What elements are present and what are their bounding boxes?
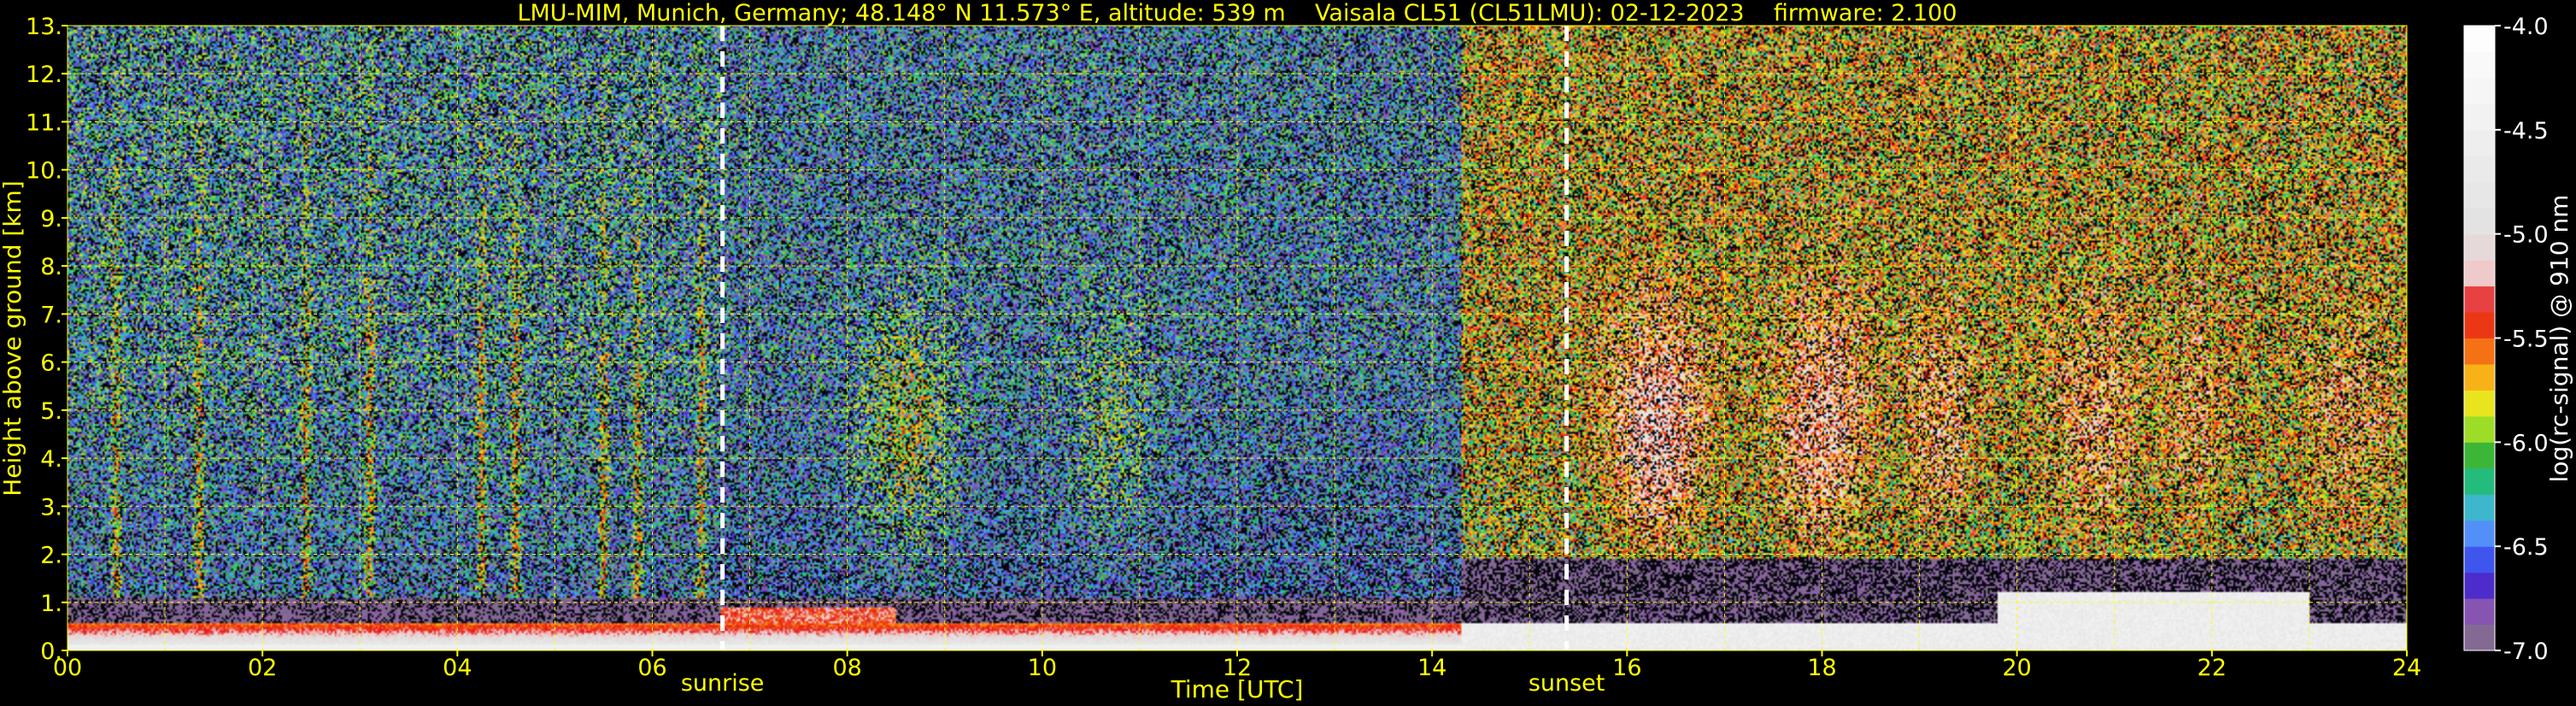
colorbar-segment [2464,442,2495,469]
colorbar-segment [2464,546,2495,574]
plot-area [67,25,2408,651]
colorbar-segment [2464,103,2495,131]
x-tick-label: 08 [832,655,861,681]
y-tick-label: 1. [40,591,62,617]
colorbar-tick-label: -7.0 [2503,638,2549,665]
colorbar-segment [2464,494,2495,521]
colorbar-segment [2464,572,2495,599]
y-tick-label: 5. [40,398,62,425]
x-tick-label: 02 [248,655,277,681]
colorbar-segment [2464,390,2495,417]
colorbar-tick-label: -5.0 [2503,222,2549,249]
y-tick-label: 6. [40,350,62,377]
x-tick-label: 18 [1807,655,1836,681]
colorbar-segment [2464,129,2495,156]
colorbar-segment [2464,51,2495,79]
colorbar-tick-labels: -7.0 -6.5 -6.0 -5.5 -5.0 -4.5 -4.0 [2495,14,2549,665]
colorbar [2463,25,2496,651]
x-tick-label: 06 [637,655,666,681]
x-tick-label: 20 [2002,655,2031,681]
colorbar-segment [2464,156,2495,183]
y-tick-label: 3. [40,494,62,521]
x-axis-label: Time [UTC] [1171,675,1304,703]
y-tick-label: 0. [40,638,62,665]
chart-title: LMU-MIM, Munich, Germany; 48.148° N 11.5… [517,0,1957,26]
x-tick-label: 22 [2198,655,2227,681]
y-tick-label: 8. [40,254,62,280]
colorbar-segment [2464,624,2495,651]
y-tick-label: 10. [26,158,62,185]
colorbar-segment [2464,468,2495,495]
y-tick-label: 12. [26,62,62,88]
y-tick-label: 11. [26,109,62,136]
colorbar-segment [2464,520,2495,547]
colorbar-segment [2464,312,2495,338]
marker-label-sunset: sunset [1529,670,1605,697]
x-tick-label: 14 [1417,655,1446,681]
x-tick-label: 24 [2392,655,2421,681]
marker-label-sunrise: sunrise [681,670,765,697]
colorbar-segment [2464,26,2495,52]
y-tick-label: 2. [40,543,62,569]
x-tick-label: 16 [1612,655,1641,681]
colorbar-tick-label: -4.0 [2503,14,2549,40]
colorbar-segment [2464,285,2495,313]
colorbar-segment [2464,233,2495,261]
y-tick-label: 9. [40,206,62,232]
y-tick-labels: 0. 1. 2. 3. 4. 5. 6. 7. 8. 9. 10. 11. 12. 13. [26,14,67,665]
colorbar-segment [2464,77,2495,104]
x-tick-label: 10 [1028,655,1057,681]
colorbar-segment [2464,363,2495,391]
colorbar-label: log(rc-signal) @ 910 nm [2545,195,2573,483]
colorbar-tick-label: -5.5 [2503,327,2549,353]
colorbar-segment [2464,208,2495,235]
colorbar-tick-label: -4.5 [2503,118,2549,144]
y-axis-label: Height above ground [km] [0,180,26,497]
y-tick-label: 13. [26,14,62,40]
colorbar-segment [2464,598,2495,626]
colorbar-segment [2464,260,2495,287]
colorbar-tick-label: -6.5 [2503,534,2549,561]
colorbar-tick-label: -6.0 [2503,430,2549,456]
colorbar-segment [2464,338,2495,365]
ceilometer-figure: LMU-MIM, Munich, Germany; 48.148° N 11.5… [0,0,2573,703]
colorbar-segment [2464,181,2495,209]
colorbar-segment [2464,415,2495,443]
x-tick-label: 04 [443,655,472,681]
y-tick-label: 7. [40,302,62,328]
marker-labels: sunrise sunset [681,670,1605,697]
y-tick-label: 4. [40,446,62,473]
backscatter-heatmap [67,26,2407,650]
